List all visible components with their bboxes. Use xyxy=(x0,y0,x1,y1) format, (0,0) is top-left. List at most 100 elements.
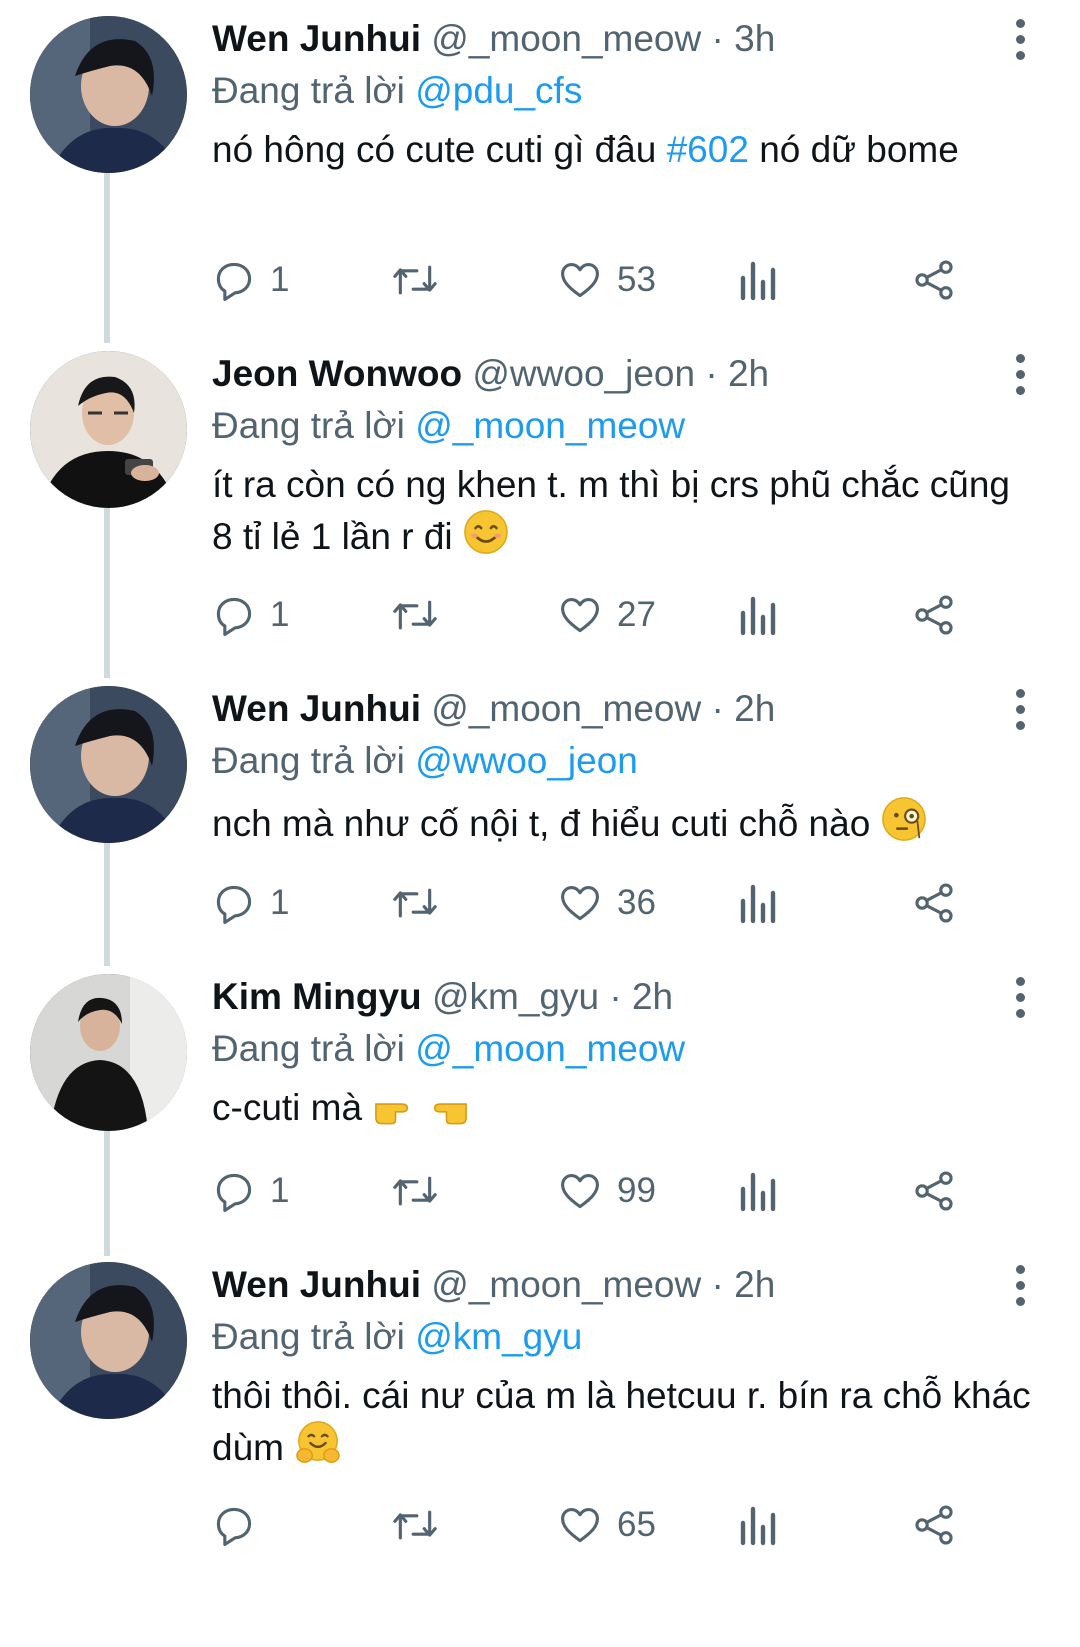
reply-icon xyxy=(216,597,252,636)
display-name[interactable]: Wen Junhui xyxy=(212,1264,421,1305)
more-options-icon[interactable] xyxy=(1000,684,1040,734)
reply-button[interactable]: 1 xyxy=(212,585,289,645)
like-button[interactable]: 65 xyxy=(557,1495,656,1555)
user-handle[interactable]: @km_gyu xyxy=(432,976,599,1017)
like-button[interactable]: 27 xyxy=(557,585,656,645)
thread-connector xyxy=(104,1131,110,1256)
tweet-text-part: nch mà như cố nội t, đ hiểu cuti chỗ nào xyxy=(212,803,881,844)
tweet[interactable]: Kim Mingyu @km_gyu · 2h Đang trả lời @_m… xyxy=(0,958,1080,1256)
display-name[interactable]: Kim Mingyu xyxy=(212,976,422,1017)
like-button[interactable]: 36 xyxy=(557,873,656,933)
views-button[interactable] xyxy=(737,1495,777,1555)
share-button[interactable] xyxy=(912,250,956,310)
reply-icon xyxy=(216,262,252,301)
reply-button[interactable]: 1 xyxy=(212,250,289,310)
tweet[interactable]: Jeon Wonwoo @wwoo_jeon · 2h Đang trả lời… xyxy=(0,335,1080,678)
views-button[interactable] xyxy=(737,873,777,933)
tweet-actions: 1 36 xyxy=(212,873,1012,933)
retweet-button[interactable] xyxy=(390,1161,440,1221)
tweet[interactable]: Wen Junhui @_moon_meow · 2h Đang trả lời… xyxy=(0,1246,1080,1647)
retweet-button[interactable] xyxy=(390,873,440,933)
display-name[interactable]: Wen Junhui xyxy=(212,18,421,59)
timestamp[interactable]: 2h xyxy=(734,1264,775,1305)
retweet-icon xyxy=(393,265,437,295)
more-options-icon[interactable] xyxy=(1000,1260,1040,1310)
tweet-text: thôi thôi. cái nư của m là hetcuu r. bín… xyxy=(212,1372,1040,1478)
tweet-text: nó hông có cute cuti gì đâu #602 nó dữ b… xyxy=(212,126,1040,174)
retweet-button[interactable] xyxy=(390,585,440,645)
retweet-button[interactable] xyxy=(390,250,440,310)
more-options-icon[interactable] xyxy=(1000,14,1040,64)
thread-connector xyxy=(104,508,110,678)
pointing-fingers-emoji xyxy=(372,1086,470,1138)
tweet[interactable]: Wen Junhui @_moon_meow · 3h Đang trả lời… xyxy=(0,0,1080,343)
avatar[interactable] xyxy=(30,686,187,843)
timestamp[interactable]: 2h xyxy=(632,976,673,1017)
share-button[interactable] xyxy=(912,585,956,645)
retweet-button[interactable] xyxy=(390,1495,440,1555)
share-button[interactable] xyxy=(912,1161,956,1221)
like-count: 36 xyxy=(617,883,656,922)
tweet-text: ít ra còn có ng khen t. m thì bị crs phũ… xyxy=(212,461,1040,567)
separator-dot: · xyxy=(711,1264,724,1305)
more-options-icon[interactable] xyxy=(1000,349,1040,399)
retweet-icon xyxy=(393,888,437,918)
reply-button[interactable]: 1 xyxy=(212,873,289,933)
share-button[interactable] xyxy=(912,1495,956,1555)
user-handle[interactable]: @_moon_meow xyxy=(431,18,701,59)
avatar[interactable] xyxy=(30,16,187,173)
avatar-photo xyxy=(30,351,187,508)
smiling-face-emoji xyxy=(463,509,509,567)
views-button[interactable] xyxy=(737,1161,777,1221)
reply-button[interactable] xyxy=(212,1495,270,1555)
like-button[interactable]: 53 xyxy=(557,250,656,310)
user-handle[interactable]: @_moon_meow xyxy=(431,1264,701,1305)
display-name[interactable]: Jeon Wonwoo xyxy=(212,353,462,394)
timestamp[interactable]: 3h xyxy=(734,18,775,59)
avatar[interactable] xyxy=(30,1262,187,1419)
timestamp[interactable]: 2h xyxy=(728,353,769,394)
reply-mention-link[interactable]: @wwoo_jeon xyxy=(415,740,638,781)
replying-to: Đang trả lời @km_gyu xyxy=(212,1312,1040,1362)
reply-icon xyxy=(216,1173,252,1212)
retweet-icon xyxy=(393,600,437,630)
tweet-actions: 1 27 xyxy=(212,585,1012,645)
share-icon xyxy=(915,1505,953,1545)
views-button[interactable] xyxy=(737,250,777,310)
views-chart-icon xyxy=(740,884,776,924)
reply-mention-link[interactable]: @_moon_meow xyxy=(415,405,685,446)
separator-dot: · xyxy=(711,688,724,729)
heart-icon xyxy=(561,1174,599,1209)
timestamp[interactable]: 2h xyxy=(734,688,775,729)
avatar[interactable] xyxy=(30,974,187,1131)
tweet-text: nch mà như cố nội t, đ hiểu cuti chỗ nào xyxy=(212,796,1040,854)
user-handle[interactable]: @wwoo_jeon xyxy=(472,353,695,394)
like-count: 65 xyxy=(617,1505,656,1544)
hashtag-link[interactable]: #602 xyxy=(667,129,749,170)
tweet-actions: 65 xyxy=(212,1495,1012,1555)
reply-mention-link[interactable]: @_moon_meow xyxy=(415,1028,685,1069)
heart-icon xyxy=(561,1508,599,1543)
reply-thread: Wen Junhui @_moon_meow · 3h Đang trả lời… xyxy=(0,0,1080,1647)
reply-button[interactable]: 1 xyxy=(212,1161,289,1221)
replying-to-label: Đang trả lời xyxy=(212,70,405,111)
tweet-text: c-cuti mà xyxy=(212,1084,1040,1138)
replying-to-label: Đang trả lời xyxy=(212,740,405,781)
display-name[interactable]: Wen Junhui xyxy=(212,688,421,729)
thread-connector xyxy=(104,173,110,343)
avatar-photo xyxy=(30,686,187,843)
reply-mention-link[interactable]: @pdu_cfs xyxy=(415,70,582,111)
avatar[interactable] xyxy=(30,351,187,508)
tweet[interactable]: Wen Junhui @_moon_meow · 2h Đang trả lời… xyxy=(0,670,1080,966)
views-button[interactable] xyxy=(737,585,777,645)
reply-count: 1 xyxy=(270,883,290,922)
reply-mention-link[interactable]: @km_gyu xyxy=(415,1316,582,1357)
user-handle[interactable]: @_moon_meow xyxy=(431,688,701,729)
like-button[interactable]: 99 xyxy=(557,1161,656,1221)
tweet-text-part: c-cuti mà xyxy=(212,1087,373,1128)
replying-to: Đang trả lời @_moon_meow xyxy=(212,401,1040,451)
more-options-icon[interactable] xyxy=(1000,972,1040,1022)
retweet-icon xyxy=(393,1176,437,1206)
views-chart-icon xyxy=(740,1172,776,1212)
share-button[interactable] xyxy=(912,873,956,933)
